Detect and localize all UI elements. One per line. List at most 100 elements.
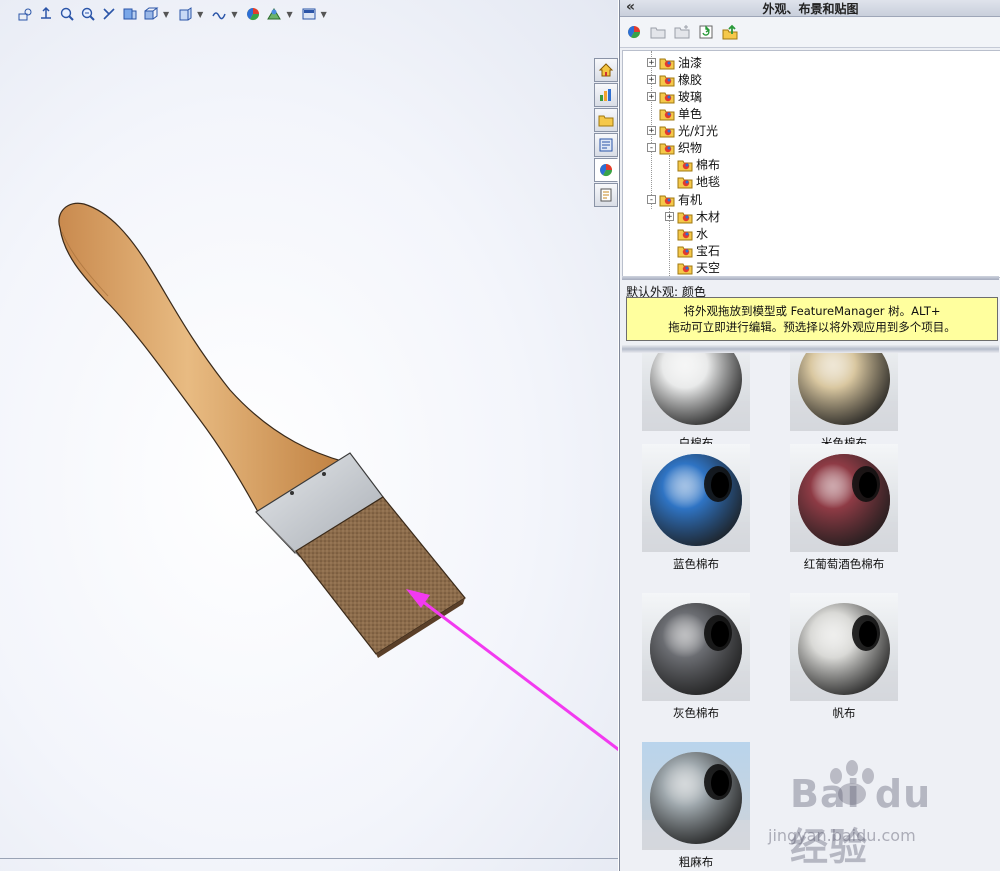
tree-item-label: 光/灯光 [678, 124, 719, 138]
splitter[interactable] [622, 276, 999, 280]
tree-item-label: 有机 [678, 193, 703, 207]
tab-file-explorer[interactable] [594, 108, 618, 132]
tree-item-organic[interactable]: - 有机 [647, 191, 702, 208]
appearance-folder-icon [677, 263, 693, 274]
viewport-divider [0, 858, 618, 859]
paint-brush-model[interactable] [0, 0, 618, 871]
tree-item-rubber[interactable]: + 橡胶 [647, 71, 702, 88]
tab-custom-properties[interactable] [594, 183, 618, 207]
tab-appearances-scenes[interactable] [594, 158, 618, 182]
swatch-label: 粗麻布 [678, 855, 714, 869]
appearances-task-pane: « 外观、布景和贴图 + 油漆 + 橡胶 + 玻璃 单色 + 光/灯光 - 织物… [619, 0, 1000, 871]
expand-toggle[interactable]: + [647, 92, 656, 102]
tree-item-glass[interactable]: + 玻璃 [647, 88, 702, 105]
new-folder-icon[interactable] [672, 22, 692, 42]
swatch-preview [790, 593, 898, 701]
home-icon [598, 63, 614, 77]
pane-header: « 外观、布景和贴图 [620, 0, 1000, 17]
swatch-preview [642, 353, 750, 431]
expand-toggle[interactable]: + [665, 212, 674, 222]
swatch-gray-cotton[interactable]: 灰色棉布 [636, 593, 756, 721]
tooltip-line: 将外观拖放到模型或 FeatureManager 树。ALT+ [683, 304, 941, 318]
appearance-folder-icon [677, 177, 693, 188]
tree-item-label: 橡胶 [678, 73, 703, 87]
tree-item-label: 天空 [696, 261, 721, 275]
swatch-preview [642, 593, 750, 701]
tree-item-label: 棉布 [696, 158, 721, 172]
view-palette-icon [599, 138, 613, 152]
graphics-area[interactable]: ▼ ▼ ▼ ▼ ▼ [0, 0, 618, 871]
appearance-sphere-icon[interactable] [624, 22, 644, 42]
appearance-folder-icon [659, 143, 675, 154]
tree-item-wood[interactable]: + 木材 [665, 208, 720, 225]
expand-toggle[interactable]: + [647, 126, 656, 136]
refresh-icon[interactable] [696, 22, 716, 42]
appearance-folder-icon [659, 109, 675, 120]
appearance-folder-icon [659, 126, 675, 137]
collapse-pane-button[interactable]: « [626, 0, 635, 15]
appearance-folder-icon [659, 195, 675, 206]
collapse-toggle[interactable]: - [647, 143, 656, 153]
swatch-wine-red-cotton[interactable]: 红葡萄酒色棉布 [784, 444, 904, 572]
swatch-preview [790, 444, 898, 552]
open-folder-icon[interactable] [648, 22, 668, 42]
appearance-folder-icon [677, 212, 693, 223]
swatch-preview [790, 353, 898, 431]
swatch-preview [642, 444, 750, 552]
tab-design-library[interactable] [594, 83, 618, 107]
up-level-icon[interactable] [720, 22, 740, 42]
tree-item-label: 宝石 [696, 244, 721, 258]
tree-item-label: 油漆 [678, 56, 703, 70]
tree-item-solid-color[interactable]: 单色 [647, 105, 702, 122]
tab-view-palette[interactable] [594, 133, 618, 157]
tree-item-label: 地毯 [696, 175, 721, 189]
tree-item-water[interactable]: 水 [665, 225, 708, 242]
appearance-folder-icon [659, 58, 675, 69]
drag-hint-tooltip: 将外观拖放到模型或 FeatureManager 树。ALT+ 拖动可立即进行编… [626, 297, 998, 341]
tree-item-paint[interactable]: + 油漆 [647, 54, 702, 71]
task-pane-tabs [594, 58, 618, 207]
appearance-folder-icon [677, 246, 693, 257]
tree-item-label: 单色 [678, 107, 703, 121]
swatch-white-cotton[interactable]: 白棉布 [636, 353, 756, 451]
appearance-tree: + 油漆 + 橡胶 + 玻璃 单色 + 光/灯光 - 织物 棉布 地毯 - 有机… [622, 50, 1000, 278]
tooltip-line: 拖动可立即进行编辑。预选择以将外观应用到多个项目。 [668, 320, 956, 334]
swatch-label: 灰色棉布 [673, 706, 719, 720]
tab-solidworks-resources[interactable] [594, 58, 618, 82]
appearance-folder-icon [659, 75, 675, 86]
appearance-swatch-gallery: 白棉布 米色棉布 蓝色棉布 红葡萄酒色棉布 灰色棉布 帆布 粗麻布 [622, 353, 999, 871]
expand-toggle[interactable]: + [647, 58, 656, 68]
pointer-arrow [413, 593, 618, 752]
tree-item-gemstone[interactable]: 宝石 [665, 242, 720, 259]
library-icon [600, 89, 611, 101]
swatch-blue-cotton[interactable]: 蓝色棉布 [636, 444, 756, 572]
tree-item-cotton[interactable]: 棉布 [665, 156, 720, 173]
swatch-beige-cotton[interactable]: 米色棉布 [784, 353, 904, 451]
swatch-burlap[interactable]: 粗麻布 [636, 742, 756, 870]
properties-icon [600, 188, 612, 202]
tree-item-label: 木材 [696, 210, 721, 224]
pane-title: 外观、布景和贴图 [762, 1, 859, 16]
appearance-sphere-icon [599, 164, 612, 177]
tree-item-sky[interactable]: 天空 [665, 259, 720, 276]
collapse-toggle[interactable]: - [647, 195, 656, 205]
tree-item-fabric[interactable]: - 织物 [647, 139, 702, 156]
folder-icon [598, 115, 614, 127]
appearance-folder-icon [677, 160, 693, 171]
expand-toggle[interactable]: + [647, 75, 656, 85]
tree-item-label: 玻璃 [678, 90, 703, 104]
swatch-label: 红葡萄酒色棉布 [803, 557, 885, 571]
tree-item-lights[interactable]: + 光/灯光 [647, 122, 718, 139]
swatch-label: 蓝色棉布 [673, 557, 719, 571]
appearance-folder-icon [659, 92, 675, 103]
swatch-canvas[interactable]: 帆布 [784, 593, 904, 721]
tree-item-carpet[interactable]: 地毯 [665, 173, 720, 190]
splitter[interactable] [622, 345, 999, 353]
pane-toolbar [620, 17, 1000, 48]
swatch-preview [642, 742, 750, 850]
tree-item-label: 织物 [678, 141, 703, 155]
appearance-folder-icon [677, 229, 693, 240]
swatch-label: 帆布 [832, 706, 856, 720]
tree-item-label: 水 [696, 227, 709, 241]
brush-handle [58, 202, 347, 513]
